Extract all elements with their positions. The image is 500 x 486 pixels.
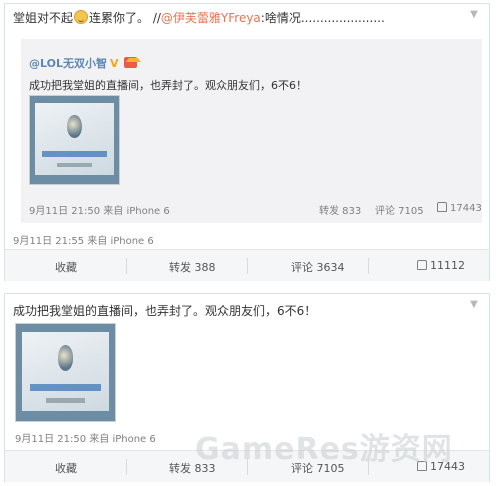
watermark: GameRes游资网 xyxy=(195,432,453,467)
chevron-down-icon[interactable]: ▼ xyxy=(467,299,481,311)
repost-image-thumbnail[interactable] xyxy=(29,95,120,185)
verified-v-icon: V xyxy=(109,57,119,70)
forward-button[interactable]: 转发 388 xyxy=(169,259,216,275)
post-image-thumbnail[interactable] xyxy=(15,323,116,422)
chevron-down-icon[interactable]: ▼ xyxy=(467,9,481,21)
repost-meta: 9月11日 21:50 来自 iPhone 6 xyxy=(29,206,170,217)
post-text: 堂姐对不起 连累你了。 //@伊芙蕾雅YFreya:啥情况............… xyxy=(13,10,385,26)
repost-text: 成功把我堂姐的直播间，也弄封了。观众朋友们，6不6！ xyxy=(29,79,307,92)
like-button[interactable]: 11112 xyxy=(417,259,465,272)
repost-comment-link[interactable]: 评论 7105 xyxy=(375,202,424,217)
post-meta: 9月11日 21:50 来自 iPhone 6 xyxy=(15,434,156,445)
repost-like-link[interactable]: 17443 xyxy=(437,202,482,214)
divider xyxy=(368,258,369,274)
post-text-prefix: 堂姐对不起 xyxy=(13,11,74,25)
divider xyxy=(247,258,248,274)
repost-like-count: 17443 xyxy=(450,203,482,214)
reposted-content: @LOL无双小智 V 成功把我堂姐的直播间，也弄封了。观众朋友们，6不6！ 9月1… xyxy=(21,39,482,223)
thumbs-up-icon xyxy=(437,202,447,212)
comment-button[interactable]: 评论 3634 xyxy=(291,259,345,275)
post-meta: 9月11日 21:55 来自 iPhone 6 xyxy=(13,236,154,247)
post-text: 成功把我堂姐的直播间，也弄封了。观众朋友们，6不6！ xyxy=(13,304,317,318)
post-text-suffix: :啥情况...................... xyxy=(260,11,385,25)
emoji-icon xyxy=(74,10,89,24)
weibo-post-card: ▼ 堂姐对不起 连累你了。 //@伊芙蕾雅YFreya:啥情况..........… xyxy=(4,3,490,281)
favorite-button[interactable]: 收藏 xyxy=(55,460,77,476)
repost-author-line: @LOL无双小智 V xyxy=(29,55,141,71)
post-action-bar: 收藏 转发 388 评论 3634 11112 xyxy=(5,249,489,281)
crown-badge-icon xyxy=(123,57,141,68)
favorite-button[interactable]: 收藏 xyxy=(55,259,77,275)
repost-forward-link[interactable]: 转发 833 xyxy=(319,202,361,217)
repost-author-link[interactable]: @LOL无双小智 xyxy=(29,57,107,70)
divider xyxy=(126,459,127,475)
post-text-mid: 连累你了。 // xyxy=(89,11,161,25)
like-count: 11112 xyxy=(430,259,465,272)
divider xyxy=(126,258,127,274)
mention-link[interactable]: @伊芙蕾雅YFreya xyxy=(161,11,261,25)
thumbs-up-icon xyxy=(417,260,427,270)
